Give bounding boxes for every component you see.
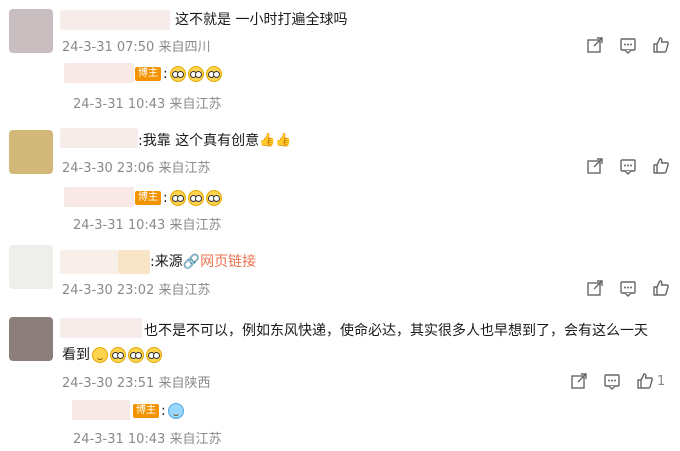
web-link[interactable]: 🔗网页链接 [183, 254, 256, 270]
glasses-emoji [146, 347, 162, 363]
share-icon [587, 280, 603, 296]
share-button[interactable] [570, 372, 588, 390]
reply-time: 24-3-31 10:43 [73, 218, 166, 233]
comment-time: 24-3-30 23:51 [62, 376, 155, 391]
comment-text-line2-body: 看到 [62, 347, 90, 363]
avatar[interactable] [9, 245, 53, 289]
web-link-label: 网页链接 [200, 254, 257, 270]
reply-time: 24-3-31 10:43 [73, 432, 166, 447]
blogger-badge: 博主 [135, 67, 161, 81]
glasses-emoji [128, 347, 144, 363]
reply-text: 博主: [133, 400, 184, 422]
thumbs-up-emoji: 👍👍 [259, 133, 292, 148]
glasses-emoji [205, 190, 222, 206]
share-button[interactable] [586, 36, 604, 54]
comment-location: 来自江苏 [158, 161, 211, 176]
like-count: 1 [657, 373, 666, 389]
comment-meta: 24-3-30 23:06 来自江苏 [62, 157, 211, 176]
avatar[interactable] [9, 9, 53, 53]
comment-time: 24-3-31 07:50 [62, 40, 155, 55]
like-button[interactable] [652, 36, 670, 54]
comment-icon [620, 38, 636, 54]
share-button[interactable] [586, 157, 604, 175]
blogger-badge: 博主 [133, 404, 159, 418]
like-icon [637, 373, 653, 389]
glasses-emoji [187, 66, 204, 82]
avatar[interactable] [9, 130, 53, 174]
username-redacted[interactable] [60, 250, 118, 274]
comment-button[interactable] [619, 157, 637, 175]
like-icon [653, 37, 669, 53]
glasses-emoji [110, 347, 126, 363]
reply-location: 来自江苏 [169, 97, 222, 112]
comment-icon [620, 281, 636, 297]
comment-text-line2: 看到 [62, 344, 162, 366]
comment-actions [571, 157, 670, 175]
comment-location: 来自陕西 [158, 376, 211, 391]
comment-button[interactable] [603, 372, 621, 390]
comment-actions: 1 [555, 372, 665, 390]
share-icon [571, 373, 587, 389]
reply-location: 来自江苏 [169, 432, 222, 447]
username-redacted-2[interactable] [118, 250, 150, 274]
comment-actions [571, 279, 670, 297]
reply-meta: 24-3-31 10:43 来自江苏 [73, 428, 222, 447]
comment-button[interactable] [619, 36, 637, 54]
comment-icon [604, 374, 620, 390]
comment-time: 24-3-30 23:06 [62, 161, 155, 176]
comment-meta: 24-3-30 23:51 来自陕西 [62, 372, 211, 391]
glasses-emoji [205, 66, 222, 82]
reply-time: 24-3-31 10:43 [73, 97, 166, 112]
glasses-emoji [187, 190, 204, 206]
avatar[interactable] [9, 317, 53, 361]
reply-meta: 24-3-31 10:43 来自江苏 [73, 214, 222, 233]
like-button[interactable] [652, 157, 670, 175]
comment-text: :来源🔗网页链接 [150, 251, 256, 273]
reply-colon: : [163, 190, 168, 206]
reply-colon: : [163, 66, 168, 82]
share-button[interactable] [586, 279, 604, 297]
comment-actions [571, 36, 670, 54]
reply-meta: 24-3-31 10:43 来自江苏 [73, 93, 222, 112]
reply-username-redacted[interactable] [64, 187, 134, 207]
like-button[interactable]: 1 [636, 372, 665, 390]
comment-time: 24-3-30 23:02 [62, 283, 155, 298]
comment-text: 这不就是 一小时打遍全球吗 [175, 12, 348, 28]
comment-location: 来自江苏 [158, 283, 211, 298]
reply-text: 博主: [135, 187, 222, 209]
reply-colon: : [161, 403, 166, 419]
smile-emoji [92, 347, 108, 363]
username-redacted[interactable] [60, 318, 142, 338]
like-icon [653, 158, 669, 174]
comment-text-line1: 也不是不可以，例如东风快递，使命必达，其实很多人也早想到了，会有这么一天 [144, 323, 648, 339]
username-redacted[interactable] [60, 10, 170, 30]
reply-text: 博主: [135, 63, 222, 85]
like-icon [653, 280, 669, 296]
comment-location: 来自四川 [158, 40, 211, 55]
username-redacted[interactable] [60, 128, 138, 148]
blogger-badge: 博主 [135, 191, 161, 205]
glasses-emoji [169, 190, 186, 206]
comment-meta: 24-3-30 23:02 来自江苏 [62, 279, 211, 298]
comment-meta: 24-3-31 07:50 来自四川 [62, 36, 211, 55]
comment-button[interactable] [619, 279, 637, 297]
glasses-emoji [169, 66, 186, 82]
link-icon: 🔗 [182, 254, 201, 270]
reply-username-redacted[interactable] [64, 63, 134, 83]
like-button[interactable] [652, 279, 670, 297]
share-icon [587, 158, 603, 174]
comment-icon [620, 159, 636, 175]
reply-location: 来自江苏 [169, 218, 222, 233]
share-icon [587, 37, 603, 53]
comment-text-body: :我靠 这个真有创意 [138, 133, 260, 149]
reply-username-redacted[interactable] [72, 400, 130, 420]
comment-text-body: :来源 [150, 254, 183, 270]
laugh-emoji [167, 403, 184, 419]
comment-text: :我靠 这个真有创意👍👍 [138, 130, 292, 152]
